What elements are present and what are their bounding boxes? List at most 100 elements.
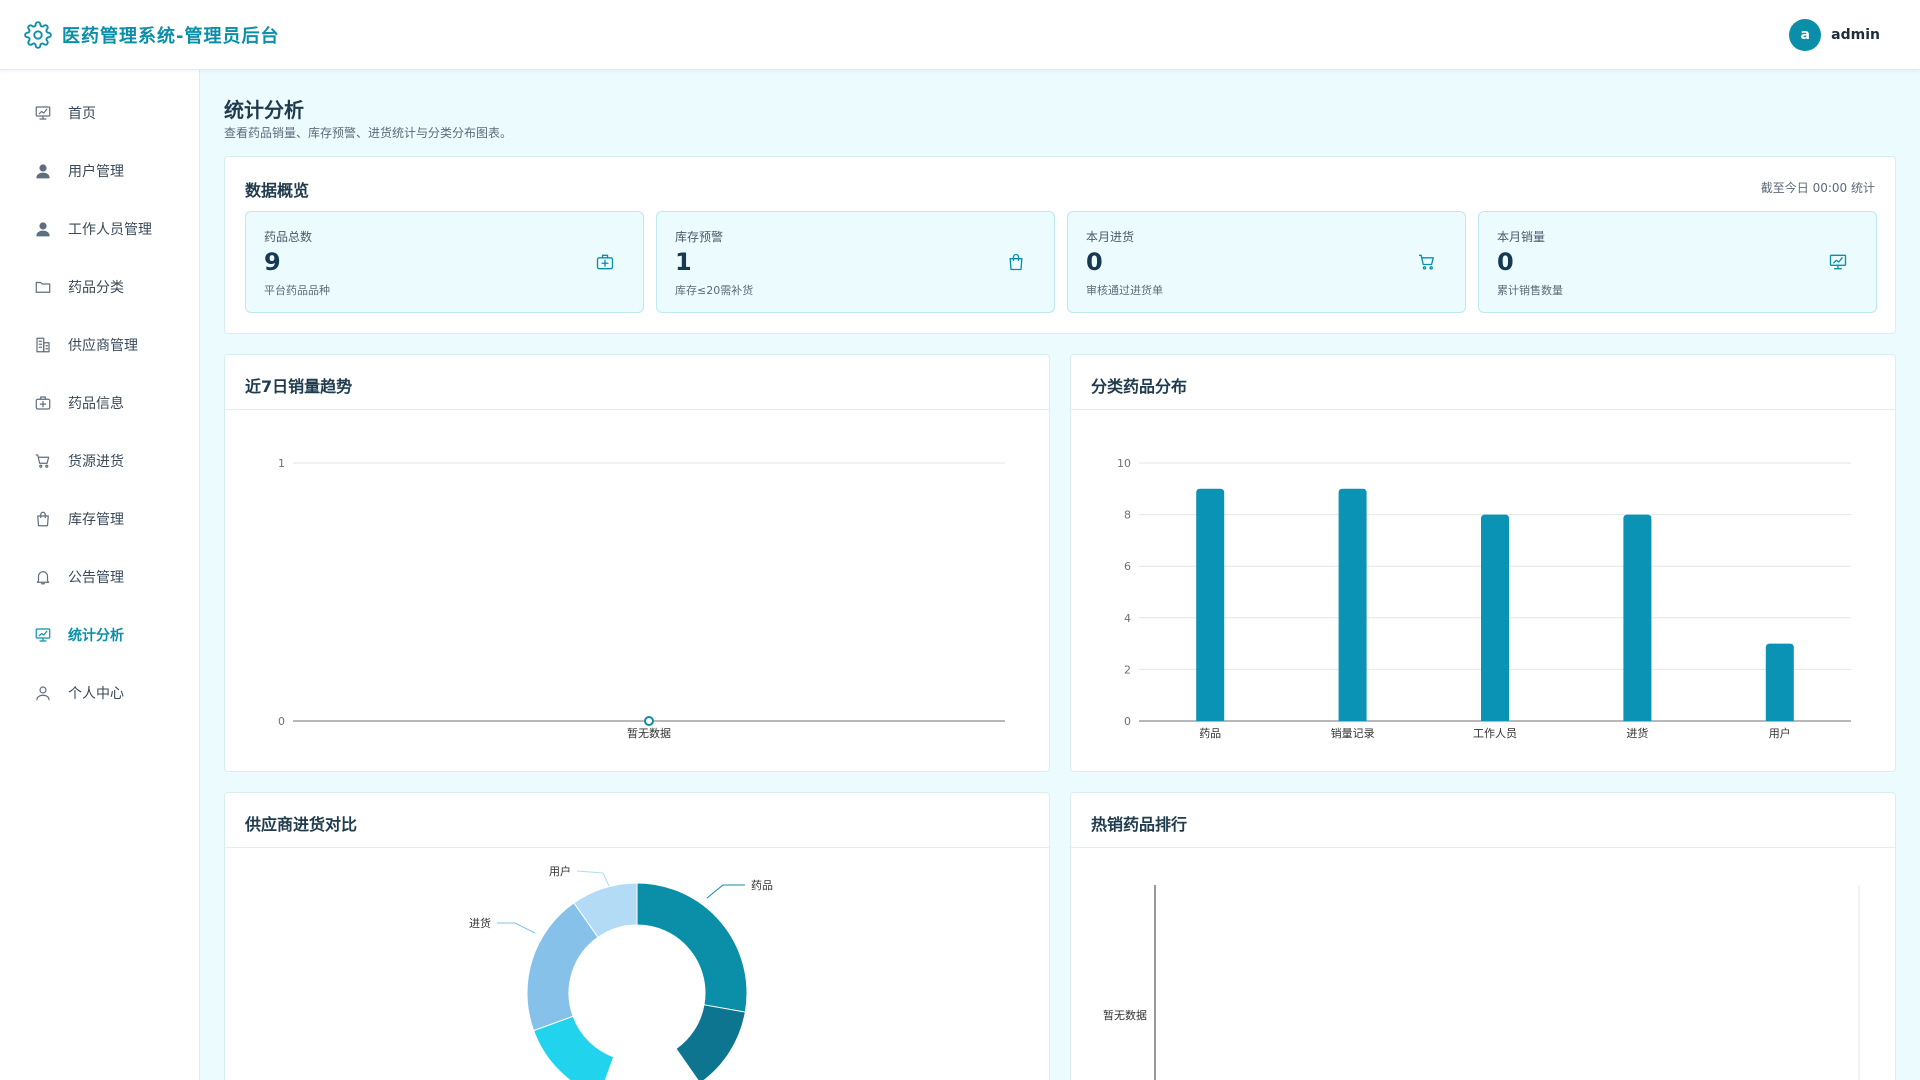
- x-tick-label: 药品: [1199, 727, 1221, 740]
- sidebar-item-label: 用户管理: [68, 164, 124, 180]
- stat-card: 本月进货 0 审核通过进货单: [1067, 211, 1466, 313]
- sidebar-item[interactable]: 药品信息: [0, 374, 199, 432]
- bar: [1765, 643, 1794, 721]
- y-tick-label: 暂无数据: [1103, 1008, 1147, 1022]
- username[interactable]: admin: [1831, 27, 1880, 43]
- x-tick-label: 工作人员: [1473, 727, 1517, 740]
- cart-icon: [35, 454, 50, 468]
- sidebar-item-label: 货源进货: [68, 454, 124, 470]
- y-tick-label: 6: [1124, 560, 1131, 573]
- staff-icon: [36, 222, 50, 237]
- page-title: 统计分析: [224, 98, 304, 122]
- y-tick-label: 2: [1124, 663, 1131, 676]
- y-tick-label: 0: [278, 715, 285, 728]
- bar: [1623, 514, 1652, 721]
- stat-description: 平台药品品种: [264, 284, 330, 297]
- hot-drugs-chart: 暂无数据: [1103, 885, 1860, 1080]
- main-content: 统计分析 查看药品销量、库存预警、进货统计与分类分布图表。 数据概览 截至今日 …: [224, 70, 1896, 1080]
- sidebar-item[interactable]: 货源进货: [0, 432, 199, 490]
- sidebar-item[interactable]: 库存管理: [0, 490, 199, 548]
- gear-icon: [24, 20, 52, 49]
- supplier-donut-chart: 药品进货 用户: [469, 864, 773, 1080]
- sidebar-item-label: 工作人员管理: [68, 222, 152, 238]
- sidebar-item[interactable]: 个人中心: [0, 664, 199, 722]
- stat-description: 审核通过进货单: [1086, 284, 1163, 297]
- bar: [1196, 488, 1225, 721]
- medical-box-icon: [596, 254, 614, 270]
- bag-icon: [1009, 253, 1023, 271]
- label-leader: [706, 884, 745, 899]
- sidebar-item-label: 公告管理: [68, 570, 124, 586]
- sidebar-item[interactable]: 供应商管理: [0, 316, 199, 374]
- sales-trend-panel: 近7日销量趋势 0 1 暂无数据: [224, 354, 1050, 772]
- slice-label: 药品: [751, 879, 773, 892]
- chart-board-icon: [1829, 254, 1847, 270]
- sidebar-item-label: 首页: [68, 106, 96, 122]
- stat-label: 本月销量: [1497, 230, 1546, 244]
- sidebar-item-label: 药品分类: [68, 280, 124, 296]
- x-tick-label: 销量记录: [1331, 726, 1375, 740]
- overview-note: 截至今日 00:00 统计: [1760, 181, 1875, 195]
- page-subtitle: 查看药品销量、库存预警、进货统计与分类分布图表。: [224, 126, 513, 140]
- chart-board-icon: [35, 106, 51, 120]
- sidebar-item[interactable]: 工作人员管理: [0, 200, 199, 258]
- x-tick-label: 进货: [1626, 726, 1648, 740]
- user-icon: [36, 164, 50, 179]
- sidebar-item[interactable]: 药品分类: [0, 258, 199, 316]
- stat-card: 本月销量 0 累计销售数量: [1478, 211, 1877, 313]
- stat-description: 库存≤20需补货: [675, 284, 754, 297]
- brand[interactable]: 医药管理系统-管理员后台: [24, 20, 280, 49]
- bar: [1481, 514, 1509, 721]
- slice-label: 进货: [469, 916, 491, 930]
- sidebar-item-label: 库存管理: [68, 512, 124, 528]
- overview-title: 数据概览: [245, 181, 310, 200]
- folder-icon: [35, 281, 51, 293]
- sales-trend-chart: 0 1 暂无数据: [278, 457, 1005, 740]
- stat-label: 药品总数: [264, 230, 313, 244]
- sidebar-item-label: 个人中心: [68, 686, 124, 702]
- sidebar-item[interactable]: 用户管理: [0, 142, 199, 200]
- y-tick-label: 0: [1124, 715, 1131, 728]
- bag-icon: [37, 511, 49, 527]
- sidebar-item[interactable]: 公告管理: [0, 548, 199, 606]
- stat-value: 0: [1086, 248, 1103, 276]
- label-leader: [576, 870, 610, 887]
- stat-value: 1: [675, 248, 692, 276]
- sidebar-item-label: 供应商管理: [68, 338, 138, 354]
- y-tick-label: 1: [278, 457, 285, 470]
- pie-slice: [675, 1004, 746, 1080]
- building-icon: [36, 337, 50, 353]
- x-tick-label: 用户: [1769, 726, 1791, 740]
- medical-box-icon: [35, 396, 51, 410]
- hot-drugs-panel: 热销药品排行 暂无数据: [1070, 792, 1896, 1080]
- stat-description: 累计销售数量: [1497, 284, 1563, 297]
- stat-label: 库存预警: [675, 230, 724, 244]
- y-tick-label: 10: [1117, 457, 1131, 470]
- bar: [1338, 488, 1367, 721]
- stat-card: 药品总数 9 平台药品品种: [245, 211, 644, 313]
- sidebar-item-label: 药品信息: [68, 396, 124, 412]
- chart-board-icon: [35, 628, 51, 642]
- top-header: 医药管理系统-管理员后台 a admin: [0, 0, 1920, 70]
- app-title: 医药管理系统-管理员后台: [62, 25, 280, 47]
- cart-icon: [1418, 254, 1434, 270]
- person-outline-icon: [36, 686, 50, 701]
- category-bar-chart: 0 2 4 6 8 10 药品 销量记录 工作人员 进货 用户: [1117, 457, 1851, 740]
- avatar[interactable]: a: [1789, 18, 1822, 51]
- pie-slice: [636, 882, 748, 1013]
- sidebar-item[interactable]: 首页: [0, 84, 199, 142]
- bell-icon: [36, 571, 50, 585]
- sidebar-item[interactable]: 统计分析: [0, 606, 199, 664]
- stat-value: 9: [264, 248, 281, 276]
- stat-label: 本月进货: [1086, 230, 1135, 244]
- slice-label: 用户: [549, 864, 571, 878]
- sidebar: 首页用户管理工作人员管理 药品分类供应商管理药品信息货源进货库存管理公告管理统计分…: [0, 70, 200, 1080]
- sidebar-item-label: 统计分析: [68, 628, 124, 644]
- user-menu[interactable]: a admin: [1789, 18, 1880, 51]
- stat-card: 库存预警 1 库存≤20需补货: [656, 211, 1055, 313]
- data-point: [644, 716, 654, 726]
- y-tick-label: 8: [1124, 509, 1131, 522]
- overview-panel: 数据概览 截至今日 00:00 统计 药品总数 9 平台药品品种 库存预警 1 库存≤20…: [224, 156, 1896, 334]
- supplier-comparison-panel: 供应商进货对比 药品 进货 用户: [224, 792, 1050, 1080]
- stat-value: 0: [1497, 248, 1514, 276]
